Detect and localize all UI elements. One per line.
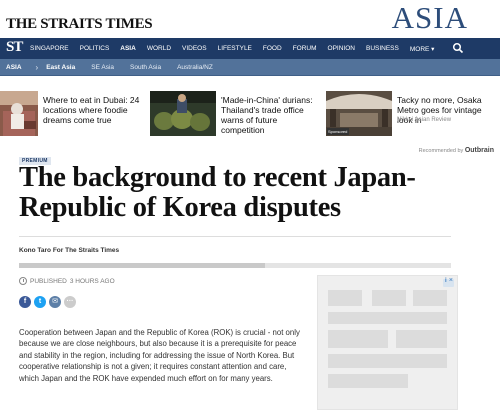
nav-item-opinion[interactable]: OPINION xyxy=(328,45,355,52)
ad-blur-block xyxy=(328,290,362,306)
share-buttons: f t ✉ ··· xyxy=(19,296,79,308)
outbrain-logo-icon[interactable]: Outbrain xyxy=(465,147,494,154)
subnav-section[interactable]: ASIA xyxy=(6,64,22,71)
main-nav: ST SINGAPORE POLITICS ASIA WORLD VIDEOS … xyxy=(0,38,500,59)
nav-item-business[interactable]: BUSINESS xyxy=(366,45,399,52)
more-share-icon[interactable]: ··· xyxy=(64,296,76,308)
nav-item-world[interactable]: WORLD xyxy=(147,45,171,52)
adchoices-icon[interactable] xyxy=(443,277,454,287)
subnav-item-east-asia[interactable]: East Asia xyxy=(46,64,75,71)
subnav-item-se-asia[interactable]: SE Asia xyxy=(91,64,114,71)
rec-item[interactable]: Sponsored Tacky no more, Osaka Metro goe… xyxy=(326,91,500,136)
ad-blur-block xyxy=(372,290,406,306)
rec-thumbnail[interactable] xyxy=(150,91,216,136)
ad-blur-block xyxy=(396,330,447,348)
nav-item-more[interactable]: MORE ▾ xyxy=(410,45,435,53)
nav-item-lifestyle[interactable]: LIFESTYLE xyxy=(218,45,252,52)
nav-item-politics[interactable]: POLITICS xyxy=(80,45,110,52)
ad-blur-block xyxy=(328,374,408,388)
ad-blur-block xyxy=(413,290,447,306)
recommendation-strip: Where to eat in Dubai: 24 locations wher… xyxy=(0,91,500,141)
rec-thumbnail[interactable] xyxy=(0,91,38,136)
subnav-item-australia-nz[interactable]: Australia/NZ xyxy=(177,64,213,71)
rec-thumbnail[interactable]: Sponsored xyxy=(326,91,392,136)
advertisement-placeholder[interactable] xyxy=(317,275,458,410)
ad-blur-block xyxy=(328,312,447,324)
chevron-right-icon: › xyxy=(35,62,39,72)
rec-item[interactable]: 'Made-in-China' durians: Thailand's trad… xyxy=(150,91,320,136)
nav-item-forum[interactable]: FORUM xyxy=(293,45,317,52)
ad-blur-block xyxy=(328,330,388,348)
page-title: The background to recent Japan-Republic … xyxy=(19,162,416,223)
outbrain-label: Recommended by xyxy=(418,148,464,154)
published-info: PUBLISHED 3 HOURS AGO xyxy=(19,277,115,285)
ad-blur-block xyxy=(328,354,447,368)
published-time: 3 HOURS AGO xyxy=(69,277,115,285)
read-progress-bar xyxy=(19,263,451,268)
site-logo-text[interactable]: THE STRAITS TIMES xyxy=(6,16,153,33)
divider xyxy=(19,236,451,237)
rec-item[interactable]: Where to eat in Dubai: 24 locations wher… xyxy=(0,91,150,136)
nav-item-videos[interactable]: VIDEOS xyxy=(182,45,207,52)
email-share-icon[interactable]: ✉ xyxy=(49,296,61,308)
masthead: THE STRAITS TIMES ASIA xyxy=(0,0,500,38)
search-icon[interactable] xyxy=(452,42,464,54)
nav-item-asia[interactable]: ASIA xyxy=(120,45,136,52)
nav-items: SINGAPORE POLITICS ASIA WORLD VIDEOS LIF… xyxy=(30,38,445,59)
nav-item-food[interactable]: FOOD xyxy=(263,45,282,52)
facebook-share-icon[interactable]: f xyxy=(19,296,31,308)
clock-icon xyxy=(19,277,27,285)
st-logo[interactable]: ST xyxy=(6,39,23,56)
sponsored-badge: Sponsored xyxy=(328,129,347,134)
outbrain-credit[interactable]: Recommended by Outbrain xyxy=(419,147,494,154)
article-body: Cooperation between Japan and the Republ… xyxy=(19,328,300,383)
rec-source: Nikkei Asian Review xyxy=(397,117,452,123)
rec-title[interactable]: Where to eat in Dubai: 24 locations wher… xyxy=(43,95,143,125)
edition-title[interactable]: ASIA xyxy=(392,0,468,36)
nav-item-singapore[interactable]: SINGAPORE xyxy=(30,45,69,52)
published-label: PUBLISHED xyxy=(30,277,67,285)
sub-nav: ASIA › East Asia SE Asia South Asia Aust… xyxy=(0,59,500,76)
read-progress-fill xyxy=(19,263,266,268)
subnav-item-south-asia[interactable]: South Asia xyxy=(130,64,161,71)
byline[interactable]: Kono Taro For The Straits Times xyxy=(19,247,119,254)
twitter-share-icon[interactable]: t xyxy=(34,296,46,308)
rec-title[interactable]: 'Made-in-China' durians: Thailand's trad… xyxy=(221,95,321,135)
